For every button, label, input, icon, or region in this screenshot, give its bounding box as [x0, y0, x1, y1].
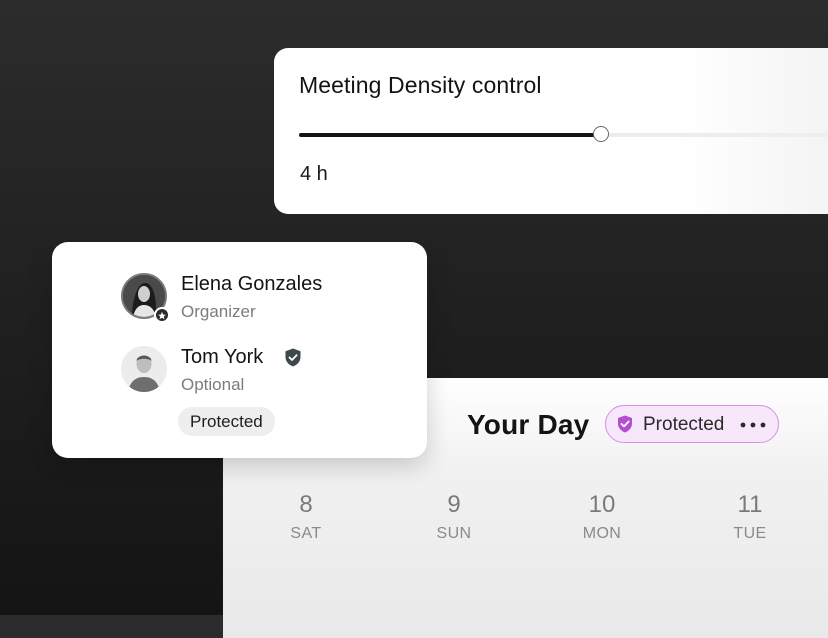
calendar-title: Your Day: [467, 409, 590, 440]
density-value: 4 h: [300, 163, 328, 185]
day-column-sun[interactable]: 9 SUN: [414, 491, 494, 543]
attendee-role: Organizer: [181, 302, 256, 321]
density-title: Meeting Density control: [299, 72, 542, 98]
density-slider-thumb[interactable]: [593, 126, 610, 142]
day-name: SAT: [290, 525, 322, 542]
star-icon: [158, 311, 166, 320]
day-column-mon[interactable]: 10 MON: [562, 491, 642, 543]
shield-check-icon: [618, 415, 632, 433]
avatar: [121, 346, 167, 392]
shield-check-icon: [285, 348, 301, 367]
density-slider-track[interactable]: [299, 133, 828, 137]
person-photo-icon: [121, 346, 167, 392]
day-column-sat[interactable]: 8 SAT: [266, 491, 346, 543]
day-name: MON: [582, 525, 622, 542]
day-column-tue[interactable]: 11 TUE: [710, 491, 790, 543]
organizer-badge: [154, 307, 170, 323]
protected-status-pill[interactable]: Protected: [605, 405, 779, 443]
more-options-icon[interactable]: [740, 422, 766, 428]
day-name: TUE: [733, 525, 767, 542]
attendees-card: Elena Gonzales Organizer Tom York Option…: [52, 242, 427, 458]
protected-tag: Protected: [178, 407, 275, 436]
attendee-name: Tom York: [181, 346, 264, 368]
protected-status-label: Protected: [643, 414, 725, 435]
day-number: 11: [737, 491, 763, 518]
day-number: 10: [588, 491, 616, 518]
density-slider-fill: [299, 133, 602, 137]
attendee-role: Optional: [181, 375, 245, 394]
day-number: 9: [447, 491, 461, 518]
day-name: SUN: [436, 525, 472, 542]
meeting-density-card: Meeting Density control 4 h: [274, 48, 828, 214]
attendee-name: Elena Gonzales: [181, 273, 323, 295]
day-number: 8: [299, 491, 313, 518]
